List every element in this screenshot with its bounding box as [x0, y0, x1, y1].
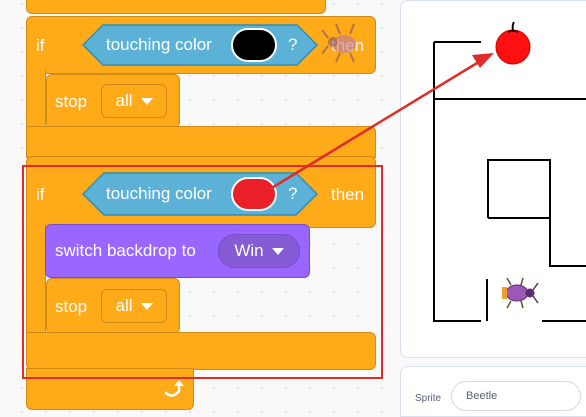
control-if-mouth-arm: [26, 70, 46, 128]
stop-option-dropdown[interactable]: all: [101, 84, 167, 118]
stop-option-value: all: [115, 91, 133, 110]
control-block-connector: [26, 126, 376, 158]
chevron-down-icon: [140, 97, 153, 105]
question-mark: ?: [288, 35, 298, 54]
apple-icon[interactable]: [493, 21, 533, 65]
if-keyword: if: [36, 36, 45, 55]
sprite-label: Sprite: [415, 393, 442, 404]
sprite-info-panel: Sprite Beetle: [400, 366, 586, 417]
sprite-name-field[interactable]: Beetle: [451, 381, 581, 411]
sprite-name-value: Beetle: [466, 390, 498, 402]
stage[interactable]: [400, 0, 586, 358]
loop-arrow-icon: [164, 380, 184, 397]
stop-label: stop: [55, 92, 88, 111]
code-area[interactable]: if touching color ? then stop all if tou…: [0, 0, 390, 417]
touching-color-label: touching color: [106, 35, 212, 54]
beetle-drag-ghost-icon: [322, 23, 356, 63]
beetle-icon[interactable]: [499, 277, 539, 309]
touching-color-block-top[interactable]: touching color ?: [82, 24, 318, 66]
color-swatch-black[interactable]: [231, 28, 277, 62]
control-block-top-edge[interactable]: [26, 0, 326, 14]
highlight-box: [22, 165, 383, 379]
